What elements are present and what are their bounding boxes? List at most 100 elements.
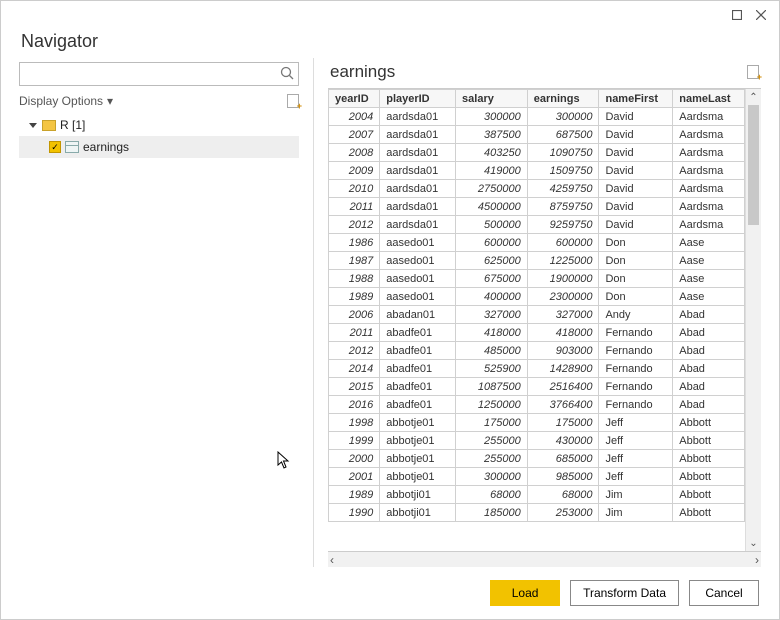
cell-playerid: abbotji01 xyxy=(380,504,456,522)
table-row[interactable]: 2015abadfe0110875002516400FernandoAbad xyxy=(329,378,745,396)
table-row[interactable]: 2011aardsda0145000008759750DavidAardsma xyxy=(329,198,745,216)
cell-earnings: 253000 xyxy=(527,504,599,522)
cell-yearid: 1986 xyxy=(329,234,380,252)
cell-salary: 255000 xyxy=(456,450,528,468)
table-row[interactable]: 1987aasedo016250001225000DonAase xyxy=(329,252,745,270)
table-row[interactable]: 2006abadan01327000327000AndyAbad xyxy=(329,306,745,324)
table-row[interactable]: 2000abbotje01255000685000JeffAbbott xyxy=(329,450,745,468)
cancel-button[interactable]: Cancel xyxy=(689,580,759,606)
refresh-preview-icon[interactable] xyxy=(747,65,759,79)
cell-salary: 400000 xyxy=(456,288,528,306)
search-input[interactable] xyxy=(19,62,299,86)
table-row[interactable]: 1988aasedo016750001900000DonAase xyxy=(329,270,745,288)
col-header-namefirst[interactable]: nameFirst xyxy=(599,90,673,108)
divider xyxy=(313,58,314,567)
cell-earnings: 430000 xyxy=(527,432,599,450)
cell-namefirst: Don xyxy=(599,270,673,288)
scroll-right-icon[interactable]: › xyxy=(755,553,759,567)
cell-yearid: 2014 xyxy=(329,360,380,378)
cell-salary: 419000 xyxy=(456,162,528,180)
table-row[interactable]: 1989abbotji016800068000JimAbbott xyxy=(329,486,745,504)
expand-icon[interactable] xyxy=(29,123,37,128)
table-row[interactable]: 2010aardsda0127500004259750DavidAardsma xyxy=(329,180,745,198)
table-row[interactable]: 1986aasedo01600000600000DonAase xyxy=(329,234,745,252)
cell-namelast: Abbott xyxy=(673,486,745,504)
table-row[interactable]: 2001abbotje01300000985000JeffAbbott xyxy=(329,468,745,486)
table-row[interactable]: 1990abbotji01185000253000JimAbbott xyxy=(329,504,745,522)
cell-earnings: 300000 xyxy=(527,108,599,126)
cell-namelast: Aardsma xyxy=(673,216,745,234)
cell-namelast: Abbott xyxy=(673,432,745,450)
refresh-preview-icon[interactable] xyxy=(287,94,299,108)
scroll-left-icon[interactable]: ‹ xyxy=(330,553,334,567)
cell-earnings: 8759750 xyxy=(527,198,599,216)
table-row[interactable]: 2007aardsda01387500687500DavidAardsma xyxy=(329,126,745,144)
table-row[interactable]: 1999abbotje01255000430000JeffAbbott xyxy=(329,432,745,450)
cell-namelast: Aase xyxy=(673,252,745,270)
cell-yearid: 2008 xyxy=(329,144,380,162)
col-header-earnings[interactable]: earnings xyxy=(527,90,599,108)
table-row[interactable]: 1989aasedo014000002300000DonAase xyxy=(329,288,745,306)
titlebar xyxy=(1,1,779,31)
scroll-up-icon[interactable]: ⌃ xyxy=(746,89,761,105)
cell-earnings: 9259750 xyxy=(527,216,599,234)
vertical-scrollbar[interactable]: ⌃ ⌄ xyxy=(745,89,761,551)
cell-yearid: 1988 xyxy=(329,270,380,288)
table-row[interactable]: 2009aardsda014190001509750DavidAardsma xyxy=(329,162,745,180)
horizontal-scrollbar[interactable]: ‹ › xyxy=(328,551,761,567)
col-header-playerid[interactable]: playerID xyxy=(380,90,456,108)
cell-salary: 68000 xyxy=(456,486,528,504)
cell-yearid: 2016 xyxy=(329,396,380,414)
cell-salary: 175000 xyxy=(456,414,528,432)
table-row[interactable]: 2012aardsda015000009259750DavidAardsma xyxy=(329,216,745,234)
cell-salary: 675000 xyxy=(456,270,528,288)
table-row[interactable]: 2011abadfe01418000418000FernandoAbad xyxy=(329,324,745,342)
cell-playerid: aardsda01 xyxy=(380,162,456,180)
cell-namefirst: Jeff xyxy=(599,432,673,450)
display-options-dropdown[interactable]: Display Options ▾ xyxy=(19,94,113,108)
cell-yearid: 2011 xyxy=(329,324,380,342)
checkbox-checked-icon[interactable] xyxy=(49,141,61,153)
cell-yearid: 2000 xyxy=(329,450,380,468)
cell-namelast: Abbott xyxy=(673,450,745,468)
cell-playerid: aasedo01 xyxy=(380,288,456,306)
col-header-namelast[interactable]: nameLast xyxy=(673,90,745,108)
table-icon xyxy=(65,141,79,153)
cell-earnings: 418000 xyxy=(527,324,599,342)
table-row[interactable]: 1998abbotje01175000175000JeffAbbott xyxy=(329,414,745,432)
table-row[interactable]: 2012abadfe01485000903000FernandoAbad xyxy=(329,342,745,360)
table-row[interactable]: 2014abadfe015259001428900FernandoAbad xyxy=(329,360,745,378)
scroll-thumb[interactable] xyxy=(748,105,759,225)
scroll-down-icon[interactable]: ⌄ xyxy=(746,535,761,551)
cell-namelast: Aardsma xyxy=(673,144,745,162)
cell-namelast: Abbott xyxy=(673,504,745,522)
cell-yearid: 2004 xyxy=(329,108,380,126)
transform-data-button[interactable]: Transform Data xyxy=(570,580,679,606)
table-row[interactable]: 2016abadfe0112500003766400FernandoAbad xyxy=(329,396,745,414)
cell-playerid: aardsda01 xyxy=(380,198,456,216)
maximize-button[interactable] xyxy=(725,5,749,25)
cell-salary: 387500 xyxy=(456,126,528,144)
cell-yearid: 1987 xyxy=(329,252,380,270)
cell-namelast: Abad xyxy=(673,324,745,342)
cell-salary: 300000 xyxy=(456,108,528,126)
col-header-yearid[interactable]: yearID xyxy=(329,90,380,108)
table-row[interactable]: 2004aardsda01300000300000DavidAardsma xyxy=(329,108,745,126)
cell-salary: 485000 xyxy=(456,342,528,360)
footer: Load Transform Data Cancel xyxy=(1,567,779,619)
cell-namefirst: Jeff xyxy=(599,414,673,432)
load-button[interactable]: Load xyxy=(490,580,560,606)
table-row[interactable]: 2008aardsda014032501090750DavidAardsma xyxy=(329,144,745,162)
tree-root-r[interactable]: R [1] xyxy=(19,114,299,136)
tree-item-earnings[interactable]: earnings xyxy=(19,136,299,158)
preview-grid[interactable]: yearID playerID salary earnings nameFirs… xyxy=(328,89,745,551)
cell-salary: 600000 xyxy=(456,234,528,252)
cell-namelast: Aase xyxy=(673,234,745,252)
close-button[interactable] xyxy=(749,5,773,25)
cell-playerid: abadfe01 xyxy=(380,360,456,378)
tree-item-label: earnings xyxy=(83,140,129,154)
search-icon[interactable] xyxy=(280,66,294,83)
cell-earnings: 3766400 xyxy=(527,396,599,414)
col-header-salary[interactable]: salary xyxy=(456,90,528,108)
cell-salary: 500000 xyxy=(456,216,528,234)
